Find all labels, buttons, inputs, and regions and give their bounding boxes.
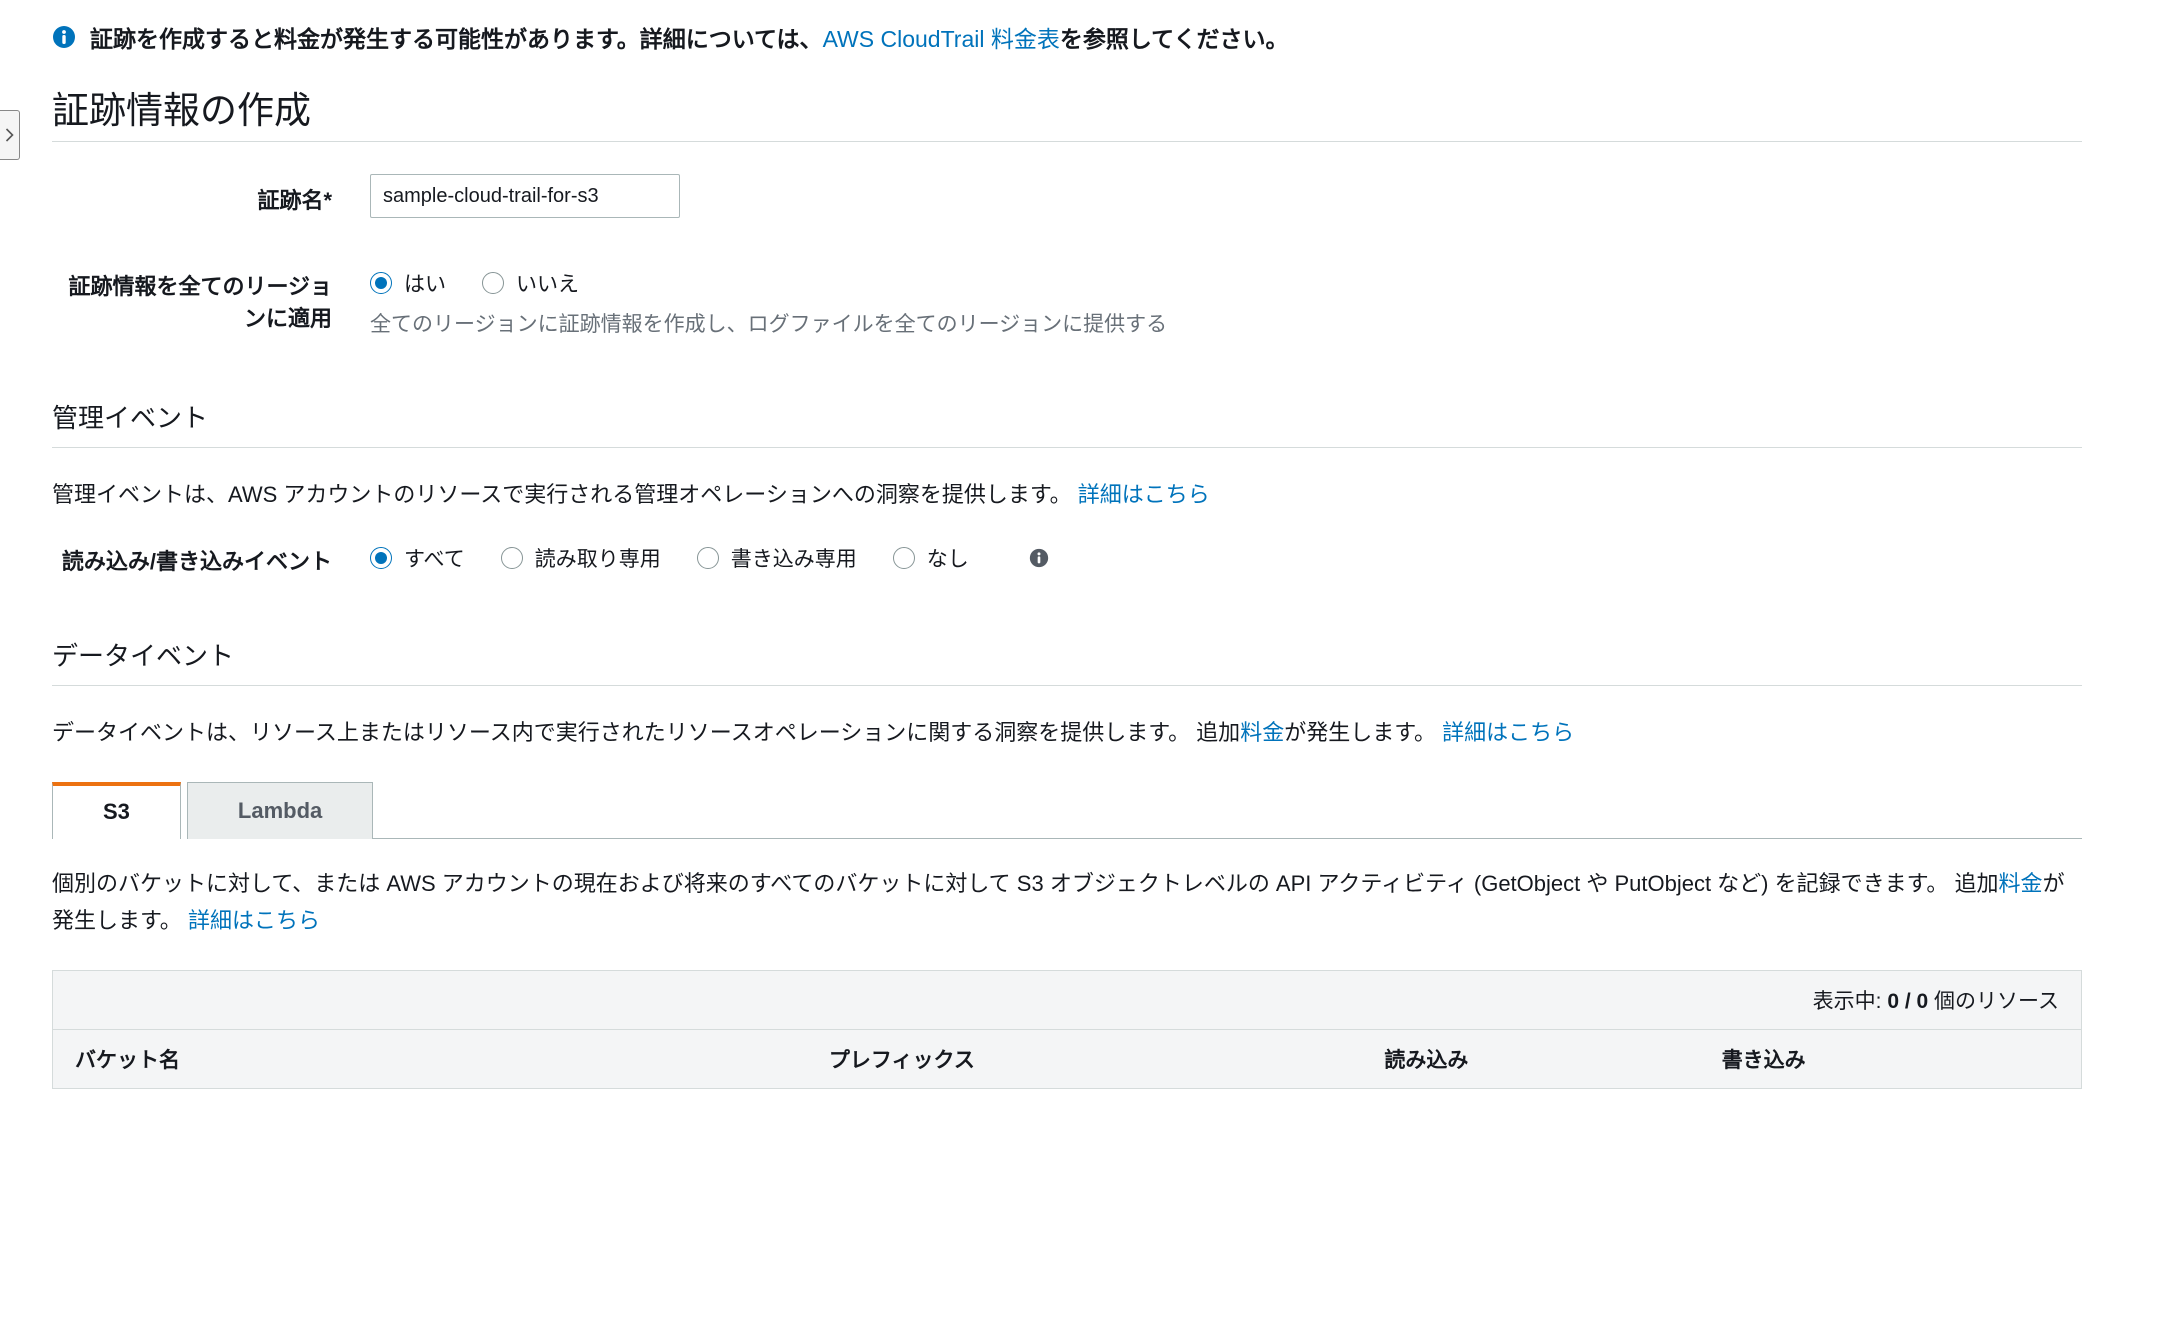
col-prefix: プレフィックス <box>829 1044 1385 1074</box>
info-icon[interactable] <box>1029 548 1049 568</box>
mgmt-events-desc: 管理イベントは、AWS アカウントのリソースで実行される管理オペレーションへの洞… <box>52 476 2082 513</box>
all-regions-hint: 全てのリージョンに証跡情報を作成し、ログファイルを全てのリージョンに提供する <box>370 308 2082 338</box>
resource-table: 表示中: 0 / 0 個のリソース バケット名 プレフィックス 読み込み 書き込… <box>52 970 2082 1089</box>
rw-read-text: 読み取り専用 <box>535 543 661 573</box>
rw-write-option[interactable]: 書き込み専用 <box>697 543 857 573</box>
s3-more-link[interactable]: 詳細はこちら <box>188 908 320 933</box>
data-pricing-link[interactable]: 料金 <box>1240 720 1284 745</box>
tab-spacer <box>373 782 2082 839</box>
all-regions-yes-option[interactable]: はい <box>370 268 446 298</box>
tab-lambda[interactable]: Lambda <box>187 782 373 839</box>
info-banner: 証跡を作成すると料金が発生する可能性があります。詳細については、AWS Clou… <box>52 20 2082 54</box>
info-icon <box>52 25 76 49</box>
table-header-row: バケット名 プレフィックス 読み込み 書き込み <box>53 1030 2081 1088</box>
sidebar-toggle-handle[interactable] <box>0 110 20 160</box>
disp-post: 個のリソース <box>1928 990 2059 1013</box>
info-text: 証跡を作成すると料金が発生する可能性があります。詳細については、AWS Clou… <box>90 20 1288 54</box>
disp-pre: 表示中: <box>1813 990 1888 1013</box>
rw-read-radio[interactable] <box>501 547 523 569</box>
page-content: 証跡を作成すると料金が発生する可能性があります。詳細については、AWS Clou… <box>52 20 2082 1089</box>
rw-all-text: すべて <box>404 543 465 573</box>
rw-write-radio[interactable] <box>697 547 719 569</box>
all-regions-yes-text: はい <box>404 268 446 298</box>
disp-count: 0 / 0 <box>1887 990 1928 1013</box>
rw-write-text: 書き込み専用 <box>731 543 857 573</box>
resource-count-row: 表示中: 0 / 0 個のリソース <box>53 971 2081 1030</box>
all-regions-no-text: いいえ <box>516 268 579 298</box>
s3-pricing-link[interactable]: 料金 <box>1999 871 2043 896</box>
mgmt-events-heading: 管理イベント <box>52 398 2082 448</box>
trail-name-input[interactable] <box>370 174 680 218</box>
data-desc-pre: データイベントは、リソース上またはリソース内で実行されたリソースオペレーションに… <box>52 720 1240 745</box>
info-post: を参照してください。 <box>1060 26 1289 52</box>
rw-events-label: 読み込み/書き込みイベント <box>52 543 370 576</box>
info-pricing-link[interactable]: AWS CloudTrail 料金表 <box>823 26 1060 52</box>
all-regions-yes-radio[interactable] <box>370 272 392 294</box>
data-events-desc: データイベントは、リソース上またはリソース内で実行されたリソースオペレーションに… <box>52 714 2082 751</box>
rw-none-option[interactable]: なし <box>893 543 969 573</box>
s3-tab-desc: 個別のバケットに対して、または AWS アカウントの現在および将来のすべてのバケ… <box>52 865 2082 940</box>
s3-desc-pre: 個別のバケットに対して、または AWS アカウントの現在および将来のすべてのバケ… <box>52 871 1999 896</box>
trail-name-label: 証跡名* <box>52 174 370 218</box>
rw-none-radio[interactable] <box>893 547 915 569</box>
data-more-link[interactable]: 詳細はこちら <box>1442 720 1574 745</box>
rw-all-radio[interactable] <box>370 547 392 569</box>
col-read: 読み込み <box>1384 1044 1721 1074</box>
data-events-heading: データイベント <box>52 636 2082 686</box>
all-regions-label: 証跡情報を全てのリージョンに適用 <box>52 268 370 338</box>
tab-s3[interactable]: S3 <box>52 782 181 839</box>
data-events-tabs: S3 Lambda <box>52 782 2082 839</box>
mgmt-more-link[interactable]: 詳細はこちら <box>1078 482 1210 507</box>
col-bucket: バケット名 <box>75 1044 829 1074</box>
all-regions-no-option[interactable]: いいえ <box>482 268 579 298</box>
data-desc-post: が発生します。 <box>1284 720 1436 745</box>
rw-read-option[interactable]: 読み取り専用 <box>501 543 661 573</box>
col-write: 書き込み <box>1722 1044 2059 1074</box>
page-title: 証跡情報の作成 <box>52 80 2082 142</box>
rw-all-option[interactable]: すべて <box>370 543 465 573</box>
all-regions-no-radio[interactable] <box>482 272 504 294</box>
mgmt-desc-text: 管理イベントは、AWS アカウントのリソースで実行される管理オペレーションへの洞… <box>52 482 1072 507</box>
rw-none-text: なし <box>927 543 969 573</box>
info-pre: 証跡を作成すると料金が発生する可能性があります。詳細については、 <box>90 26 823 52</box>
